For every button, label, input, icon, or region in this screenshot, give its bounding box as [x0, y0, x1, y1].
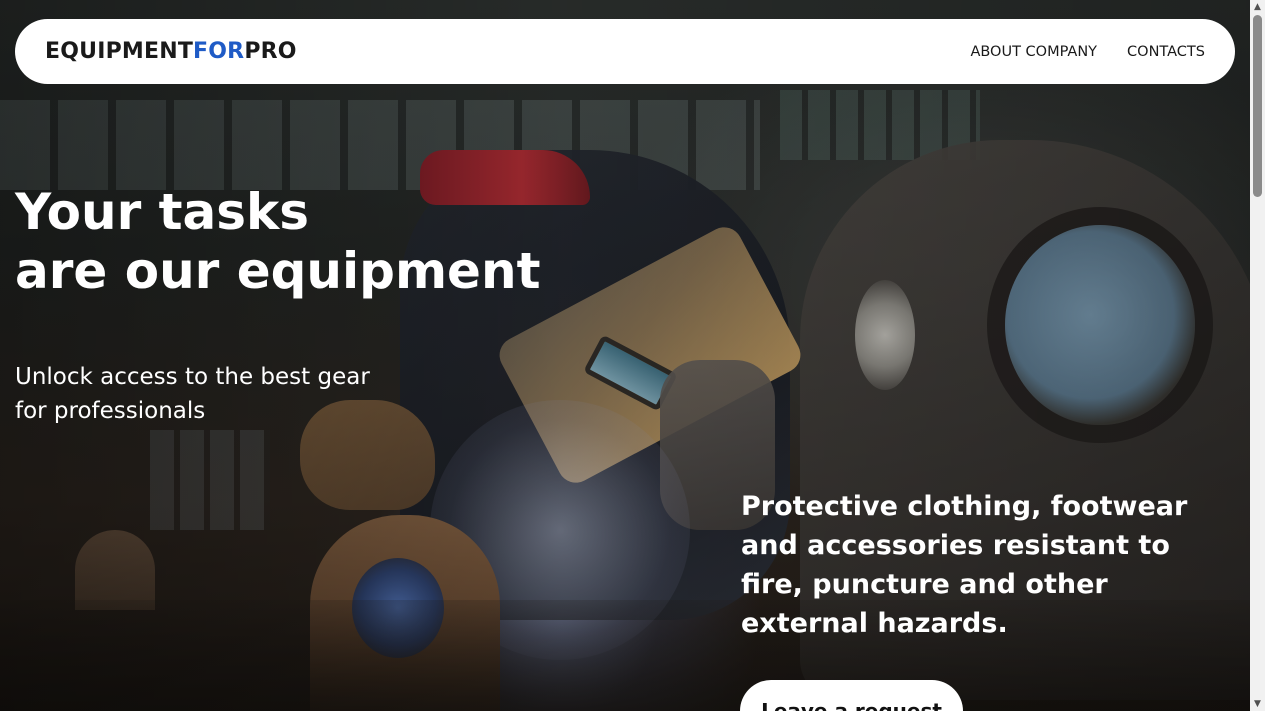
- hero-subtitle: Unlock access to the best gear for profe…: [15, 360, 435, 428]
- main-nav: ABOUT COMPANY CONTACTS: [970, 44, 1205, 60]
- hero-title-line-1: Your tasks: [15, 183, 310, 241]
- scrollbar-thumb[interactable]: [1253, 15, 1262, 197]
- triangle-down-icon[interactable]: ▼: [1250, 697, 1265, 711]
- nav-link-contacts[interactable]: CONTACTS: [1127, 44, 1205, 60]
- logo-text-for: FOR: [193, 39, 245, 64]
- hero-subtitle-line-2: for professionals: [15, 398, 206, 424]
- hero-title: Your tasks are our equipment: [15, 183, 635, 301]
- page-scrollbar[interactable]: ▲ ▼: [1250, 0, 1265, 711]
- leave-request-button[interactable]: Leave a request: [740, 680, 963, 711]
- hero-description: Protective clothing, footwear and access…: [741, 491, 1188, 639]
- hero-title-line-2: are our equipment: [15, 242, 541, 300]
- hero-subtitle-line-1: Unlock access to the best gear: [15, 364, 370, 390]
- site-logo[interactable]: EQUIPMENTFORPRO: [45, 39, 297, 64]
- nav-link-about-company[interactable]: ABOUT COMPANY: [970, 44, 1097, 60]
- logo-text-equipment: EQUIPMENT: [45, 39, 194, 64]
- logo-text-pro: PRO: [244, 39, 297, 64]
- triangle-up-icon[interactable]: ▲: [1250, 0, 1265, 14]
- site-header: EQUIPMENTFORPRO ABOUT COMPANY CONTACTS: [15, 19, 1235, 84]
